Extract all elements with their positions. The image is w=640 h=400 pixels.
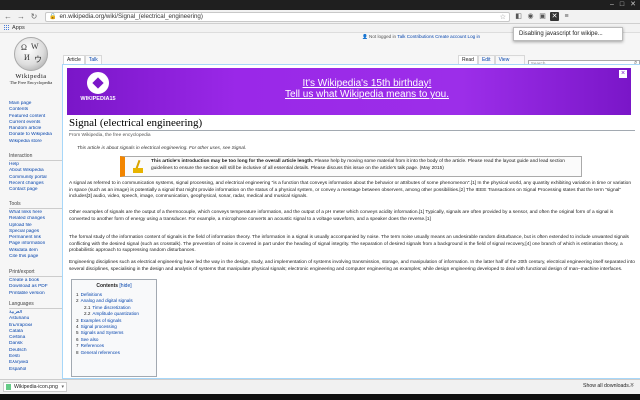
wikipedia-page: ΩW Иウ Wikipedia The Free Encyclopedia Ma… <box>0 33 640 379</box>
extension-tooltip: Disabling javascript for wikipe... <box>513 27 623 41</box>
chevron-down-icon[interactable]: ▾ <box>61 383 64 392</box>
toc-number: 8 <box>76 349 79 355</box>
download-item[interactable]: Wikipedia-icon.png ▾ <box>3 382 67 392</box>
download-filename: Wikipedia-icon.png <box>14 384 58 390</box>
toc-label: Amplitude quantization <box>92 311 139 317</box>
toc-label: Examples of signals <box>80 317 122 323</box>
toc-number: 7 <box>76 343 79 349</box>
toc-label: General references <box>80 349 120 355</box>
article-content: WIKIPEDIA15 It's Wikipedia's 15th birthd… <box>62 64 640 379</box>
toc-label: See also <box>80 336 99 342</box>
lock-icon: 🔒 <box>49 14 57 20</box>
hatnote: This article is about signals in electri… <box>77 146 247 151</box>
toc-heading: Contents [hide] <box>76 283 152 289</box>
sidebar-print: Print/export Create a book Download as PD… <box>9 269 63 297</box>
page-title: Signal (electrical engineering) <box>69 117 635 131</box>
show-all-downloads-link[interactable]: Show all downloads... <box>583 383 633 389</box>
sidebar-link[interactable]: Wikipedia store <box>9 139 63 145</box>
sidebar-link[interactable]: Printable version <box>9 291 63 297</box>
badge-label: WIKIPEDIA15 <box>80 96 116 102</box>
puzzle-globe-icon: ΩW Иウ <box>14 37 48 71</box>
logo-wordmark: Wikipedia <box>15 73 47 80</box>
broom-icon <box>131 159 145 174</box>
minimize-icon[interactable]: – <box>610 1 614 9</box>
banner-line-1[interactable]: It's Wikipedia's 15th birthday! <box>217 78 517 89</box>
wikipedia-logo[interactable]: ΩW Иウ Wikipedia The Free Encyclopedia <box>6 37 56 91</box>
banner-close-icon[interactable]: × <box>619 70 627 78</box>
javascript-toggle-icon[interactable]: ✕ <box>550 12 559 21</box>
sidebar-interaction: Interaction Help About Wikipedia Community… <box>9 153 63 193</box>
address-bar[interactable]: 🔒 en.wikipedia.org/wiki/Signal_(electric… <box>45 11 510 22</box>
paragraph-3: The formal study of the information cont… <box>69 235 629 254</box>
download-bar: Wikipedia-icon.png ▾ Show all downloads.… <box>0 379 640 394</box>
paragraph-1: A signal as referred to in communication… <box>69 181 632 200</box>
toc-hide-link[interactable]: [hide] <box>119 283 131 289</box>
person-icon: 👤 <box>362 34 368 39</box>
logo-tagline: The Free Encyclopedia <box>9 80 53 85</box>
maintenance-notice: This article's introduction may be too l… <box>120 156 582 177</box>
apps-label: Apps <box>12 25 25 31</box>
apps-shortcut[interactable]: Apps <box>4 25 25 31</box>
toc-number: 4 <box>76 324 79 330</box>
toc-label: Signal processing <box>80 324 117 330</box>
toc-number: 1 <box>76 292 79 297</box>
toc-number: 5 <box>76 330 79 336</box>
personal-tools: 👤 Not logged in Talk Contributions Creat… <box>362 34 480 40</box>
fundraising-banner[interactable]: WIKIPEDIA15 It's Wikipedia's 15th birthd… <box>67 68 631 115</box>
sidebar-heading-print: Print/export <box>9 269 63 277</box>
back-icon[interactable]: ← <box>3 12 13 22</box>
toc-item[interactable]: 8 General references <box>76 350 152 356</box>
window-titlebar: – □ ✕ <box>0 0 640 10</box>
notice-bold: This article's introduction may be too l… <box>151 159 314 164</box>
sidebar-heading-tools: Tools <box>9 201 63 209</box>
menu-icon[interactable]: ≡ <box>562 12 571 21</box>
toc-label: Signals and Systems <box>80 330 124 336</box>
site-subtitle: From Wikipedia, the free encyclopedia <box>69 133 151 138</box>
banner-message[interactable]: It's Wikipedia's 15th birthday! Tell us … <box>217 78 517 100</box>
toc-number: 6 <box>76 336 79 342</box>
os-taskbar <box>0 394 640 400</box>
extension-icons: ◧ ◉ ▣ ✕ ≡ <box>514 12 571 21</box>
toc-number: 3 <box>76 317 79 323</box>
sidebar-languages: Languages العربية Asturianu Български Catal… <box>9 301 63 373</box>
extension-icon[interactable]: ▣ <box>538 12 547 21</box>
maximize-icon[interactable]: □ <box>620 1 624 9</box>
sidebar-tools: Tools What links here Related changes Uplo… <box>9 201 63 260</box>
toc-label: Time discretization <box>92 304 131 310</box>
toc-label: References <box>80 343 105 349</box>
reload-icon[interactable]: ↻ <box>29 12 39 22</box>
notice-text: This article's introduction may be too l… <box>151 159 581 172</box>
wikipedia15-logo-icon <box>87 72 109 94</box>
extension-icon[interactable]: ◉ <box>526 12 535 21</box>
personal-links[interactable]: Talk Contributions Create account Log in <box>397 34 480 39</box>
extension-icon[interactable]: ◧ <box>514 12 523 21</box>
wikipedia15-badge: WIKIPEDIA15 <box>77 72 119 112</box>
toc-number: 2.1 <box>84 304 91 310</box>
forward-icon[interactable]: → <box>16 12 26 22</box>
user-status: Not logged in <box>369 34 397 39</box>
paragraph-4: Engineering disciplines such as electric… <box>69 260 635 272</box>
sidebar-heading-languages: Languages <box>9 301 63 309</box>
sidebar-link[interactable]: Contact page <box>9 187 63 193</box>
toc-number: 2 <box>76 298 79 304</box>
sidebar-heading-interaction: Interaction <box>9 153 63 161</box>
window-controls: – □ ✕ <box>610 1 636 9</box>
browser-toolbar: ← → ↻ 🔒 en.wikipedia.org/wiki/Signal_(el… <box>0 10 640 24</box>
banner-line-2[interactable]: Tell us what Wikipedia means to you. <box>217 89 517 100</box>
apps-grid-icon <box>4 25 10 31</box>
toc-number: 2.2 <box>84 311 91 317</box>
paragraph-2: Other examples of signals are the output… <box>69 210 614 222</box>
sidebar-navigation: Main page Contents Featured content Current… <box>9 101 63 145</box>
close-icon[interactable]: × <box>630 382 634 389</box>
close-icon[interactable]: ✕ <box>630 1 636 9</box>
sidebar-link[interactable]: Cite this page <box>9 254 63 260</box>
table-of-contents: Contents [hide] 1 Definitions 2 Analog and … <box>71 279 157 377</box>
bookmark-star-icon[interactable]: ☆ <box>500 13 506 21</box>
sidebar: ΩW Иウ Wikipedia The Free Encyclopedia Ma… <box>0 33 63 379</box>
language-link[interactable]: Español <box>9 367 63 373</box>
toc-label: Analog and digital signals <box>80 298 133 304</box>
url-text[interactable]: en.wikipedia.org/wiki/Signal_(electrical… <box>59 13 202 20</box>
toc-title: Contents <box>96 283 119 289</box>
toc-label: Definitions <box>80 292 103 297</box>
